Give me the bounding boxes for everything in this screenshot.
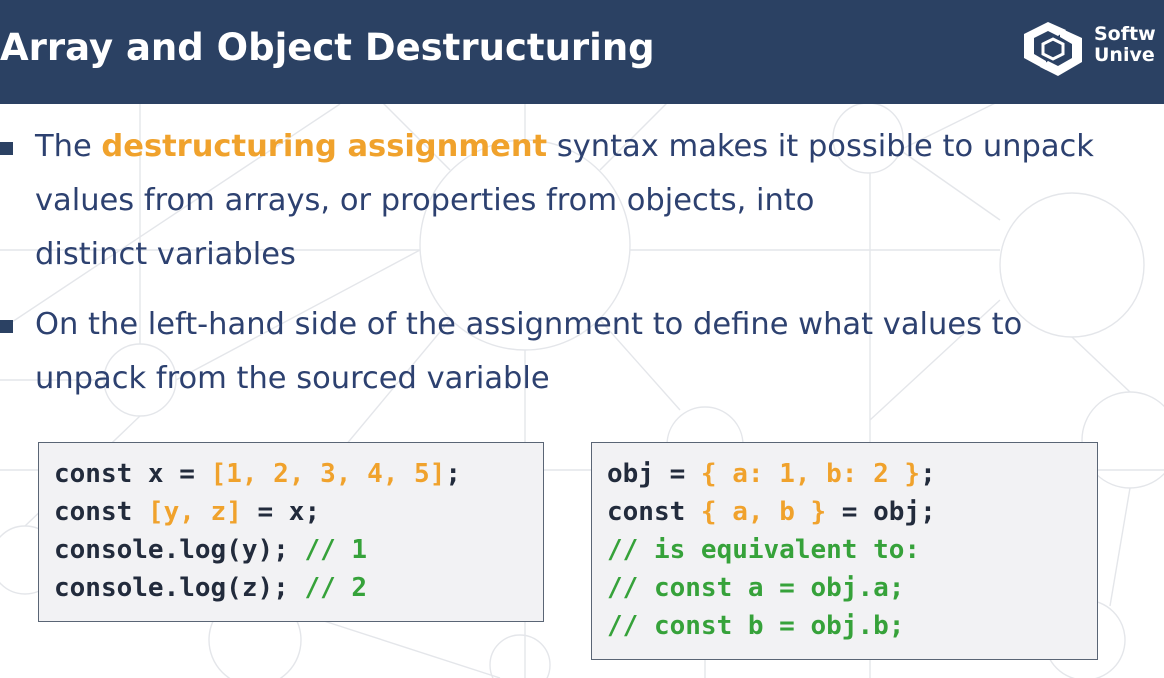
code-token: const <box>607 497 701 527</box>
code-token: // const b = obj.b; <box>607 611 905 641</box>
code-block-object: obj = { a: 1, b: 2 }; const { a, b } = ob… <box>591 442 1098 660</box>
bullet-2-line-2: unpack from the sourced variable <box>35 361 550 396</box>
code-line: obj = { a: 1, b: 2 }; <box>607 455 936 493</box>
bullet-1-line-2: values from arrays, or properties from o… <box>35 183 815 218</box>
code-line: console.log(z); // 2 <box>54 569 367 607</box>
slide-header: Array and Object Destructuring Softw Uni… <box>0 0 1164 104</box>
bullet-1-text-start: The <box>35 129 102 164</box>
code-token: console.log(y); <box>54 535 305 565</box>
code-block-array: const x = [1, 2, 3, 4, 5]; const [y, z] =… <box>38 442 544 622</box>
code-token: [1, 2, 3, 4, 5] <box>210 459 446 489</box>
code-token: = obj; <box>826 497 936 527</box>
logo-text: Softw Unive <box>1094 24 1156 66</box>
code-token: // is equivalent to: <box>607 535 921 565</box>
code-token: obj = <box>607 459 701 489</box>
code-token: // 1 <box>304 535 368 565</box>
bullet-1-line-3: distinct variables <box>35 237 296 272</box>
bullet-2-line-1: On the left-hand side of the assignment … <box>35 307 1023 342</box>
code-token: // const a = obj.a; <box>607 573 905 603</box>
code-line: console.log(y); // 1 <box>54 531 367 569</box>
softuni-logo: Softw Unive <box>1018 20 1164 80</box>
bullet-marker <box>0 142 13 155</box>
code-token: console.log(z); <box>54 573 305 603</box>
logo-line-2: Unive <box>1094 44 1155 66</box>
code-token: ; <box>920 459 936 489</box>
code-token: const x = <box>54 459 211 489</box>
code-token: { a: 1, b: 2 } <box>700 459 921 489</box>
code-line: // const b = obj.b; <box>607 607 904 645</box>
code-token: = x; <box>241 497 321 527</box>
code-line: const x = [1, 2, 3, 4, 5]; <box>54 455 461 493</box>
bullet-1-highlight: destructuring assignment <box>101 129 548 164</box>
code-line: // const a = obj.a; <box>607 569 904 607</box>
code-token: const <box>54 497 148 527</box>
code-token: ; <box>445 459 462 489</box>
code-token: [y, z] <box>147 497 242 527</box>
logo-line-1: Softw <box>1094 23 1156 45</box>
bullet-marker <box>0 320 13 333</box>
bullet-1-line-1: The destructuring assignment syntax make… <box>35 120 1164 174</box>
code-line: // is equivalent to: <box>607 531 920 569</box>
code-token: { a, b } <box>700 497 827 527</box>
code-line: const { a, b } = obj; <box>607 493 936 531</box>
code-token: // 2 <box>304 573 368 603</box>
slide-title: Array and Object Destructuring <box>0 26 655 69</box>
bullet-1-text-end: syntax makes it possible to unpack <box>547 129 1094 164</box>
softuni-logo-icon <box>1024 22 1082 76</box>
code-line: const [y, z] = x; <box>54 493 320 531</box>
